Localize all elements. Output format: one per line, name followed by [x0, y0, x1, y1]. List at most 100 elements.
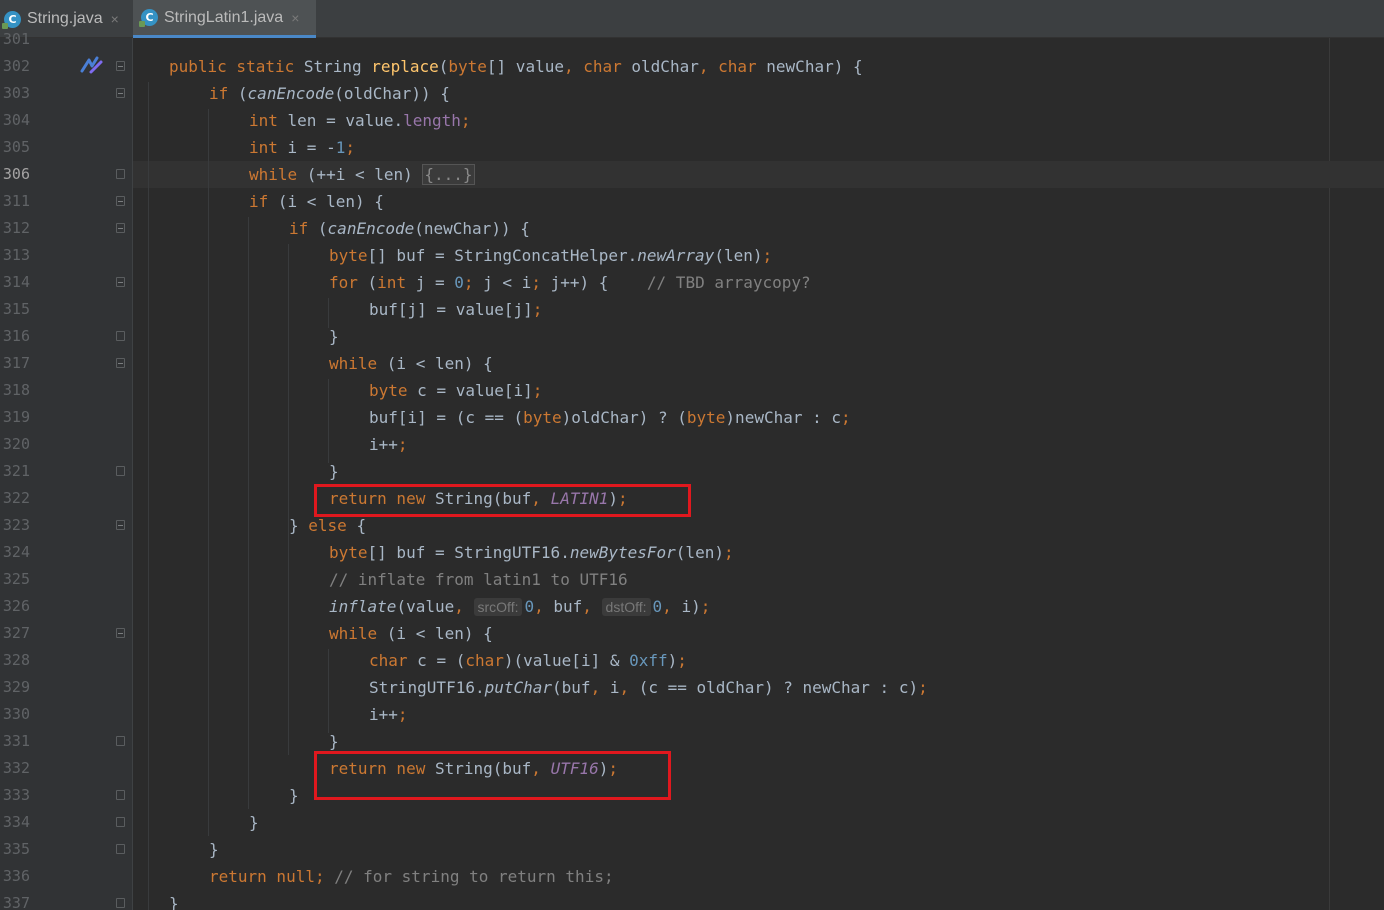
fold-end-icon[interactable] [116, 790, 125, 800]
line-number: 335 [2, 840, 30, 858]
code-line: 321 } [0, 458, 1384, 485]
line-text: } [249, 813, 259, 832]
line-number: 303 [2, 84, 30, 102]
java-class-icon: C [139, 9, 158, 27]
parameter-hint: srcOff: [473, 598, 523, 616]
line-number: 313 [2, 246, 30, 264]
line-text: if (canEncode(oldChar)) { [209, 84, 450, 103]
code-line: 333 } [0, 782, 1384, 809]
line-text: while (++i < len) {...} [249, 164, 475, 185]
folded-region[interactable]: {...} [422, 164, 475, 185]
code-line: 319 buf[i] = (c == (byte)oldChar) ? (byt… [0, 404, 1384, 431]
line-text: } [169, 894, 179, 910]
line-number: 311 [2, 192, 30, 210]
fold-icon[interactable] [116, 277, 125, 287]
code-line: 314 for (int j = 0; j < i; j++) { // TBD… [0, 269, 1384, 296]
code-line: 313 byte[] buf = StringConcatHelper.newA… [0, 242, 1384, 269]
line-text: // inflate from latin1 to UTF16 [329, 570, 628, 589]
code-line: 311 if (i < len) { [0, 188, 1384, 215]
line-text: inflate(value, srcOff: 0, buf, dstOff: 0, … [329, 597, 711, 616]
code-line: 330 i++; [0, 701, 1384, 728]
line-number: 305 [2, 138, 30, 156]
code-line: 301 [0, 26, 1384, 53]
code-line: 312 if (canEncode(newChar)) { [0, 215, 1384, 242]
fold-end-icon[interactable] [116, 736, 125, 746]
line-text: i++; [369, 705, 408, 724]
code-line: 331 } [0, 728, 1384, 755]
code-line: 305 int i = -1; [0, 134, 1384, 161]
code-line: 317 while (i < len) { [0, 350, 1384, 377]
fold-end-icon[interactable] [116, 898, 125, 908]
line-number: 315 [2, 300, 30, 318]
line-number: 337 [2, 894, 30, 910]
code-line: 316 } [0, 323, 1384, 350]
code-line: 329 StringUTF16.putChar(buf, i, (c == ol… [0, 674, 1384, 701]
code-line: 337 } [0, 890, 1384, 910]
line-number: 323 [2, 516, 30, 534]
code-line: 326 inflate(value, srcOff: 0, buf, dstOff… [0, 593, 1384, 620]
line-number: 330 [2, 705, 30, 723]
line-text: i++; [369, 435, 408, 454]
line-number: 301 [2, 30, 30, 48]
fold-icon[interactable] [116, 88, 125, 98]
fold-end-icon[interactable] [116, 331, 125, 341]
fold-end-icon[interactable] [116, 844, 125, 854]
code-line: 325 // inflate from latin1 to UTF16 [0, 566, 1384, 593]
line-text: } [209, 840, 219, 859]
line-number: 317 [2, 354, 30, 372]
line-number: 336 [2, 867, 30, 885]
line-text: while (i < len) { [329, 624, 493, 643]
code-line: 324 byte[] buf = StringUTF16.newBytesFor… [0, 539, 1384, 566]
line-number: 333 [2, 786, 30, 804]
java-class-icon: C [2, 10, 21, 29]
tab-label: StringLatin1.java [164, 8, 284, 26]
line-number: 327 [2, 624, 30, 642]
fold-icon[interactable] [116, 628, 125, 638]
code-line: 332 return new String(buf, UTF16); [0, 755, 1384, 782]
line-text: public static String replace(byte[] valu… [169, 57, 863, 76]
line-number: 325 [2, 570, 30, 588]
code-line: 322 return new String(buf, LATIN1); [0, 485, 1384, 512]
line-number: 324 [2, 543, 30, 561]
fold-icon[interactable] [116, 520, 125, 530]
line-number: 334 [2, 813, 30, 831]
code-line: 327 while (i < len) { [0, 620, 1384, 647]
line-number: 306 [2, 165, 30, 183]
code-line: 318 byte c = value[i]; [0, 377, 1384, 404]
close-icon[interactable]: × [291, 10, 299, 26]
fold-end-icon[interactable] [116, 817, 125, 827]
line-number: 331 [2, 732, 30, 750]
code-line: 320 i++; [0, 431, 1384, 458]
line-text: StringUTF16.putChar(buf, i, (c == oldCha… [369, 678, 928, 697]
code-line: 328 char c = (char)(value[i] & 0xff); [0, 647, 1384, 674]
line-text: while (i < len) { [329, 354, 493, 373]
line-number: 328 [2, 651, 30, 669]
line-number: 314 [2, 273, 30, 291]
line-text: int i = -1; [249, 138, 355, 157]
line-text: } [329, 327, 339, 346]
line-text: byte c = value[i]; [369, 381, 543, 400]
code-line: 303 if (canEncode(oldChar)) { [0, 80, 1384, 107]
fold-icon[interactable] [116, 169, 125, 179]
line-text: } [329, 462, 339, 481]
code-line: 302 public static String replace(byte[] … [0, 53, 1384, 80]
line-text: int len = value.length; [249, 111, 471, 130]
line-number: 312 [2, 219, 30, 237]
line-number: 319 [2, 408, 30, 426]
line-text: byte[] buf = StringConcatHelper.newArray… [329, 246, 773, 265]
line-number: 316 [2, 327, 30, 345]
fold-icon[interactable] [116, 196, 125, 206]
fold-icon[interactable] [116, 61, 125, 71]
code-line: 334 } [0, 809, 1384, 836]
line-text: for (int j = 0; j < i; j++) { // TBD arr… [329, 273, 811, 292]
fold-icon[interactable] [116, 358, 125, 368]
fold-end-icon[interactable] [116, 466, 125, 476]
line-number: 304 [2, 111, 30, 129]
close-icon[interactable]: × [111, 11, 119, 27]
line-text: } [289, 786, 299, 805]
line-number: 332 [2, 759, 30, 777]
line-number: 322 [2, 489, 30, 507]
line-text: buf[i] = (c == (byte)oldChar) ? (byte)ne… [369, 408, 851, 427]
fold-icon[interactable] [116, 223, 125, 233]
parameter-hint: dstOff: [601, 598, 651, 616]
